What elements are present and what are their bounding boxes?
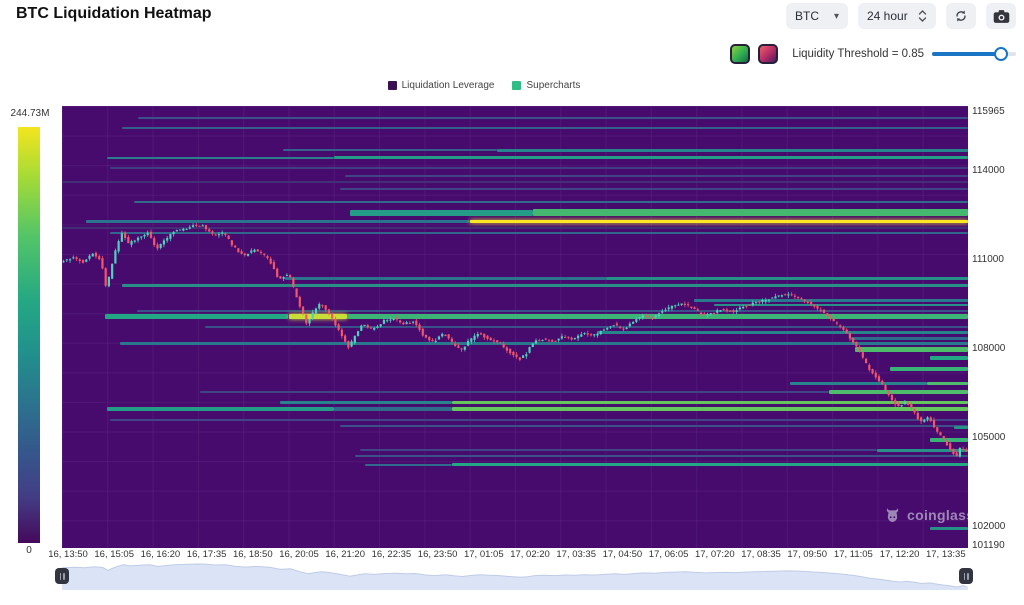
coinglass-logo-icon (884, 506, 901, 523)
long-gradient-swatch[interactable] (730, 44, 750, 64)
legend-swatch-purple (388, 81, 397, 90)
time-tick-label: 17, 07:20 (695, 549, 735, 560)
symbol-select[interactable]: BTC ▾ (786, 3, 848, 29)
legend-swatch-green (512, 81, 521, 90)
price-tick-label: 114000 (972, 165, 1005, 176)
range-navigator[interactable] (62, 562, 968, 590)
time-tick-label: 16, 18:50 (233, 549, 273, 560)
short-gradient-swatch[interactable] (758, 44, 778, 64)
time-tick-label: 16, 20:05 (279, 549, 319, 560)
time-tick-label: 16, 22:35 (372, 549, 412, 560)
colorbar-max-label: 244.73M (2, 108, 58, 119)
time-tick-label: 16, 23:50 (418, 549, 458, 560)
btc-liquidation-heatmap-app: BTC Liquidation Heatmap BTC ▾ 24 hour (0, 0, 1024, 605)
time-tick-label: 16, 21:20 (325, 549, 365, 560)
time-tick-label: 17, 06:05 (649, 549, 689, 560)
navigator-area-chart (62, 562, 968, 590)
legend-label: Supercharts (526, 80, 580, 91)
legend-item-liquidation-leverage[interactable]: Liquidation Leverage (388, 80, 495, 91)
heatmap-chart-canvas[interactable]: coinglass (62, 106, 968, 548)
symbol-select-value: BTC (795, 9, 819, 23)
time-tick-label: 16, 17:35 (187, 549, 227, 560)
navigator-left-handle[interactable] (55, 568, 69, 584)
page-title: BTC Liquidation Heatmap (16, 5, 212, 23)
interval-select-value: 24 hour (867, 9, 908, 23)
time-tick-label: 16, 15:05 (94, 549, 134, 560)
time-tick-label: 16, 16:20 (141, 549, 181, 560)
legend-item-supercharts[interactable]: Supercharts (512, 80, 580, 91)
coinglass-watermark-text: coinglass (907, 507, 968, 523)
time-tick-label: 17, 12:20 (880, 549, 920, 560)
time-tick-label: 17, 11:05 (834, 549, 873, 560)
price-tick-label: 115965 (972, 106, 1005, 117)
refresh-icon (953, 8, 969, 24)
time-tick-label: 17, 09:50 (787, 549, 827, 560)
liquidation-colorbar (18, 127, 40, 543)
price-tick-label: 108000 (972, 343, 1005, 354)
time-tick-label: 17, 08:35 (741, 549, 781, 560)
time-tick-label: 17, 01:05 (464, 549, 504, 560)
liquidity-threshold-label: Liquidity Threshold = 0.85 (792, 48, 924, 60)
time-tick-label: 17, 13:35 (926, 549, 966, 560)
chevron-down-icon: ▾ (834, 11, 839, 22)
chart-legend: Liquidation Leverage Supercharts (0, 80, 968, 91)
candlestick-series (62, 106, 968, 548)
interval-select[interactable]: 24 hour (858, 3, 936, 29)
price-tick-label: 102000 (972, 521, 1005, 532)
time-tick-label: 16, 13:50 (48, 549, 88, 560)
price-axis: 1159651140001110001080001050001020001011… (972, 0, 1024, 560)
navigator-right-handle[interactable] (959, 568, 973, 584)
chevron-up-down-icon (918, 9, 927, 23)
time-tick-label: 17, 04:50 (603, 549, 643, 560)
coinglass-watermark: coinglass (884, 506, 968, 523)
price-tick-label: 105000 (972, 432, 1005, 443)
time-tick-label: 17, 02:20 (510, 549, 550, 560)
legend-label: Liquidation Leverage (402, 80, 495, 91)
time-axis: 16, 13:50 16, 15:05 16, 16:20 16, 17:35 16, … (0, 549, 1010, 562)
price-tick-label: 111000 (972, 254, 1004, 265)
time-tick-label: 17, 03:35 (556, 549, 596, 560)
